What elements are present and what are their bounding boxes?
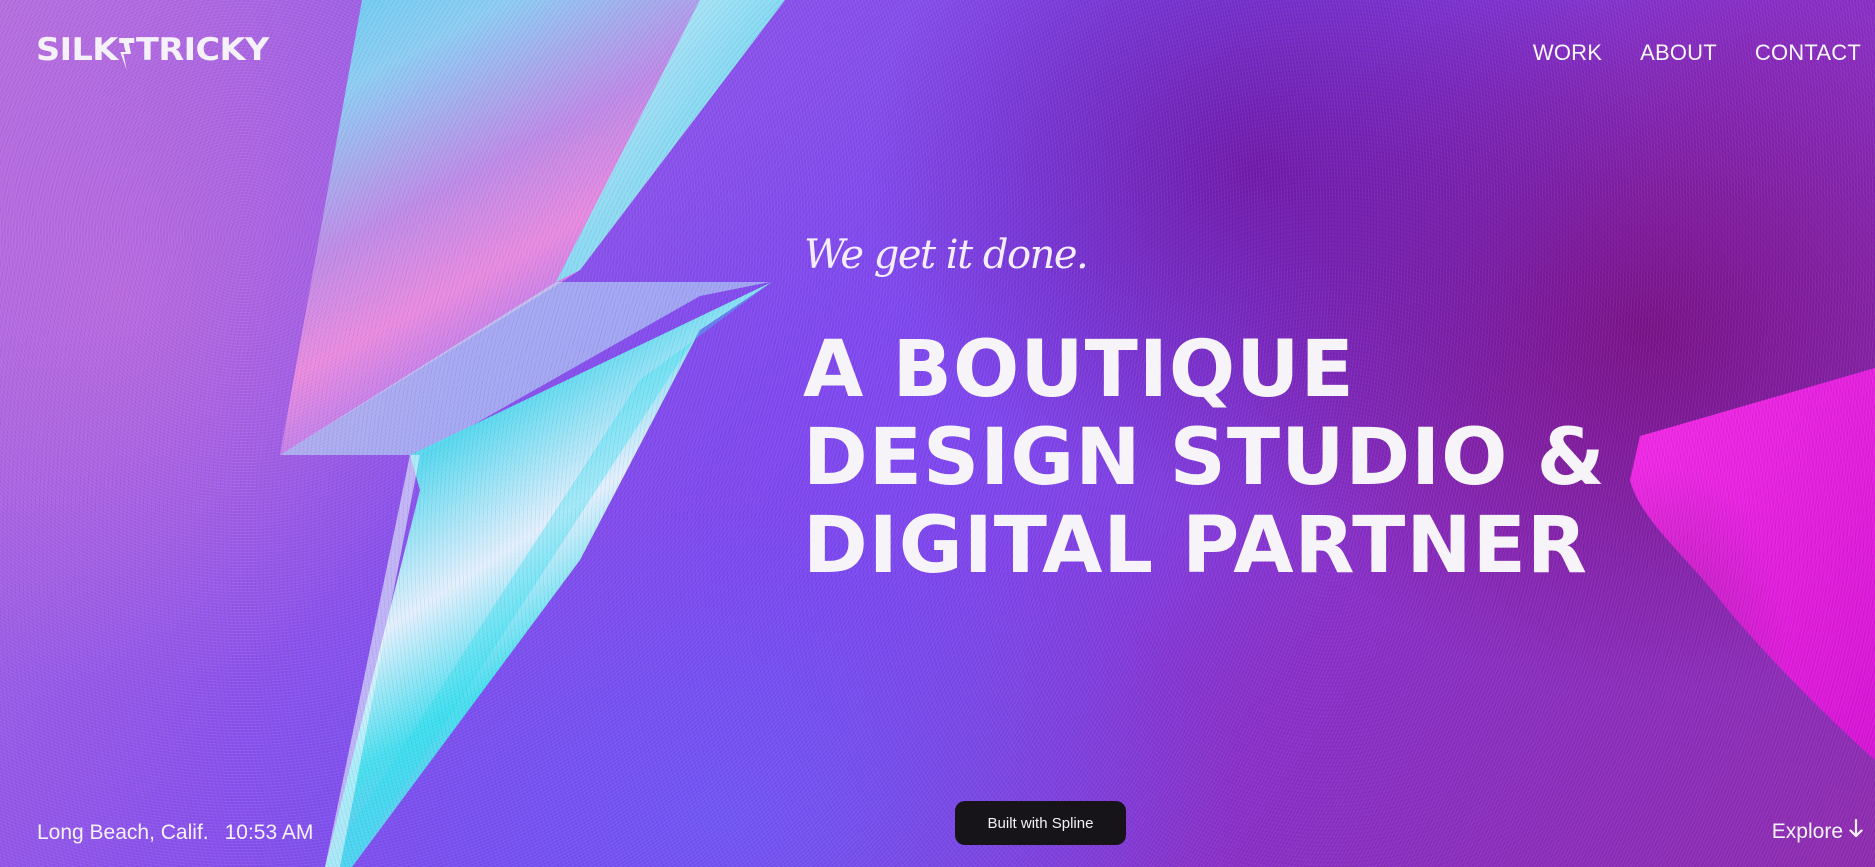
main-nav: WORK ABOUT CONTACT: [1533, 40, 1861, 66]
explore-label: Explore: [1771, 820, 1843, 843]
hero-section: SILK TRICKY WORK ABOUT CONTACT We get it…: [0, 0, 1875, 867]
nav-about-link[interactable]: ABOUT: [1640, 40, 1717, 66]
headline-line-2: DESIGN STUDIO &: [803, 413, 1606, 503]
arrow-down-icon: [1849, 818, 1863, 845]
explore-link[interactable]: Explore: [1771, 818, 1863, 845]
location-label: Long Beach, Calif.: [37, 821, 209, 844]
nav-work-link[interactable]: WORK: [1533, 40, 1602, 66]
headline-line-1: A BOUTIQUE: [803, 325, 1355, 415]
location-time: Long Beach, Calif. 10:53 AM: [37, 821, 313, 845]
hero-tagline: We get it done.: [804, 232, 1089, 278]
headline-line-3: DIGITAL PARTNER: [803, 501, 1588, 591]
logo-text-left: SILK: [36, 32, 118, 68]
built-with-spline-badge[interactable]: Built with Spline: [955, 801, 1126, 845]
logo-bolt-icon: [117, 34, 136, 74]
nav-contact-link[interactable]: CONTACT: [1755, 40, 1861, 66]
hero-headline: A BOUTIQUE DESIGN STUDIO & DIGITAL PARTN…: [803, 326, 1606, 590]
logo-text-right: TRICKY: [136, 32, 269, 68]
site-logo[interactable]: SILK TRICKY: [36, 30, 269, 70]
local-time: 10:53 AM: [224, 821, 314, 844]
